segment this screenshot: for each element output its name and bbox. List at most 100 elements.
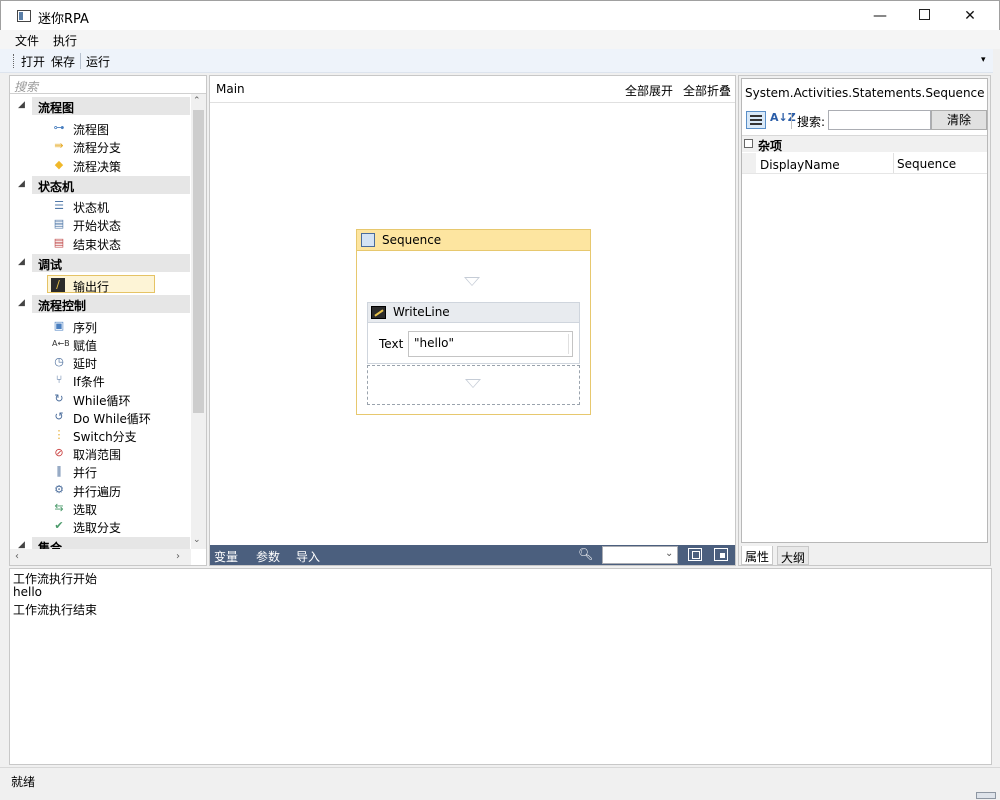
writeline-icon <box>371 306 386 319</box>
toolbox-item-final-state[interactable]: ▤ 结束状态 <box>48 234 198 252</box>
column-divider[interactable] <box>893 153 894 173</box>
sequence-title: Sequence <box>382 233 442 247</box>
toolbox-item-if[interactable]: ⑂ If条件 <box>48 371 198 389</box>
breadcrumb[interactable]: Main <box>216 82 245 96</box>
collapse-arrow-icon[interactable]: ◢ <box>18 100 25 110</box>
scroll-down-icon[interactable]: ⌄ <box>193 535 201 545</box>
tab-properties[interactable]: 属性 <box>741 546 774 565</box>
collapse-arrow-icon[interactable]: ◢ <box>18 298 25 308</box>
while-icon: ↻ <box>54 392 64 405</box>
do-while-icon: ↺ <box>54 410 64 423</box>
zoom-magnifier-icon: 🔍︎ <box>578 547 594 561</box>
menu-run[interactable]: 执行 <box>53 32 77 49</box>
properties-panel: System.Activities.Statements.Sequence A↓… <box>738 75 991 566</box>
collapse-arrow-icon[interactable]: ◢ <box>18 179 25 189</box>
writeline-title: WriteLine <box>393 305 450 319</box>
scroll-thumb[interactable] <box>193 110 204 413</box>
clear-button[interactable]: 清除 <box>931 110 987 130</box>
tab-outline[interactable]: 大纲 <box>777 546 810 565</box>
flow-switch-icon: ⇛ <box>54 139 64 152</box>
toolbox-vertical-scrollbar[interactable]: ⌃ ⌄ <box>191 94 206 549</box>
category-label: 流程图 <box>38 101 75 115</box>
menu-file[interactable]: 文件 <box>15 32 39 49</box>
collapse-all-button[interactable]: 全部折叠 <box>683 82 731 99</box>
minimize-button[interactable]: — <box>857 1 903 31</box>
final-state-icon: ▤ <box>53 236 65 249</box>
toolbox-panel: 搜索 ◢ 流程图 ⊶ 流程图 ⇛ 流程分支 ◆ 流程决策 ◢ 状态机 ☰ 状态机… <box>9 75 207 566</box>
maximize-icon <box>918 9 930 20</box>
toolbox-item-flow-switch[interactable]: ⇛ 流程分支 <box>48 137 198 155</box>
toolbox-item-parallel-foreach[interactable]: ⚙ 并行遍历 <box>48 481 198 499</box>
overview-map-icon[interactable] <box>714 548 728 561</box>
minimize-icon: — <box>873 8 887 24</box>
toolbox-item-pick[interactable]: ⇆ 选取 <box>48 499 198 517</box>
property-row[interactable]: DisplayName Sequence <box>742 153 987 174</box>
toolbox-item-flow-decision[interactable]: ◆ 流程决策 <box>48 156 198 174</box>
writeline-activity[interactable]: WriteLine Text "hello" <box>367 302 580 364</box>
property-search-input[interactable] <box>828 110 931 130</box>
toolbox-item-do-while[interactable]: ↺ Do While循环 <box>48 408 198 426</box>
toolbox-search-input[interactable]: 搜索 <box>10 76 206 94</box>
toolbox-category-control-flow[interactable]: ◢ 流程控制 <box>10 295 190 313</box>
designer-footer: 变量 参数 导入 🔍︎ ⌄ <box>210 545 735 565</box>
collapse-arrow-icon[interactable]: ◢ <box>18 257 25 267</box>
toolbox-item-pick-branch[interactable]: ✔ 选取分支 <box>48 517 198 535</box>
title-bar: 迷你RPA — ✕ <box>0 0 1000 30</box>
expand-all-button[interactable]: 全部展开 <box>625 82 673 99</box>
property-category-row[interactable]: 杂项 <box>742 135 987 153</box>
toolbox-item-start-state[interactable]: ▤ 开始状态 <box>48 215 198 233</box>
collapse-arrow-icon[interactable]: ◢ <box>18 540 25 549</box>
toolbar: 打开 保存 运行 ▾ <box>0 49 993 73</box>
toolbox-item-parallel[interactable]: ‖ 并行 <box>48 462 198 480</box>
resize-grip-icon[interactable] <box>976 792 996 799</box>
variables-button[interactable]: 变量 <box>214 548 238 565</box>
scroll-right-icon[interactable]: › <box>176 551 180 562</box>
categorized-view-icon[interactable] <box>746 111 766 129</box>
toolbar-overflow-button[interactable]: ▾ <box>981 55 986 65</box>
toolbox-item-writeline[interactable]: ∕ 输出行 <box>47 275 155 294</box>
switch-icon: ⋮ <box>53 428 65 441</box>
toolbox-horizontal-scrollbar[interactable]: ‹ › <box>10 549 191 565</box>
zoom-select[interactable]: ⌄ <box>602 546 678 564</box>
writeline-header[interactable]: WriteLine <box>368 303 579 323</box>
toolbar-separator <box>80 53 81 69</box>
toolbox-item-cancel-scope[interactable]: ⊘ 取消范围 <box>48 444 198 462</box>
sequence-activity[interactable]: Sequence WriteLine Text "hello" <box>356 229 591 415</box>
property-grid: System.Activities.Statements.Sequence A↓… <box>741 78 988 543</box>
open-button[interactable]: 打开 <box>21 53 45 70</box>
toolbox-category-flowchart[interactable]: ◢ 流程图 <box>10 97 190 115</box>
menu-bar: 文件 执行 <box>0 30 1000 49</box>
property-value-input[interactable]: Sequence <box>897 157 956 171</box>
toolbox-item-sequence[interactable]: ▣ 序列 <box>48 317 198 335</box>
imports-button[interactable]: 导入 <box>296 548 320 565</box>
toolbox-item-flowchart[interactable]: ⊶ 流程图 <box>48 119 198 137</box>
toolbox-category-debug[interactable]: ◢ 调试 <box>10 254 190 272</box>
fit-to-screen-icon[interactable] <box>688 548 702 561</box>
drop-zone[interactable] <box>367 365 580 405</box>
close-button[interactable]: ✕ <box>947 1 993 31</box>
output-panel[interactable]: 工作流执行开始 hello 工作流执行结束 <box>9 568 992 765</box>
drop-target-arrow-icon[interactable] <box>464 277 480 286</box>
save-button[interactable]: 保存 <box>51 53 75 70</box>
text-expression-input[interactable]: "hello" <box>408 331 573 357</box>
toolbox-category-state-machine[interactable]: ◢ 状态机 <box>10 176 190 194</box>
toolbox-item-state-machine[interactable]: ☰ 状态机 <box>48 197 198 215</box>
toolbox-item-switch[interactable]: ⋮ Switch分支 <box>48 426 198 444</box>
sequence-header[interactable]: Sequence <box>357 230 590 251</box>
run-button[interactable]: 运行 <box>86 53 110 70</box>
toolbar-grip[interactable] <box>13 54 15 68</box>
toolbox-item-delay[interactable]: ◷ 延时 <box>48 353 198 371</box>
sequence-icon: ▣ <box>53 319 65 332</box>
scroll-left-icon[interactable]: ‹ <box>15 551 19 562</box>
row-gutter <box>742 153 756 173</box>
arguments-button[interactable]: 参数 <box>256 548 280 565</box>
maximize-button[interactable] <box>901 1 947 31</box>
if-icon: ⑂ <box>55 373 63 386</box>
delay-icon: ◷ <box>54 355 64 368</box>
toolbox-item-while[interactable]: ↻ While循环 <box>48 390 198 408</box>
scroll-up-icon[interactable]: ⌃ <box>193 96 201 106</box>
drop-target-arrow-icon[interactable] <box>465 379 481 388</box>
collapse-toggle-icon[interactable] <box>744 139 753 148</box>
toolbox-item-assign[interactable]: A←B 赋值 <box>48 335 198 353</box>
toolbox-category-collection[interactable]: ◢ 集合 <box>10 537 190 549</box>
